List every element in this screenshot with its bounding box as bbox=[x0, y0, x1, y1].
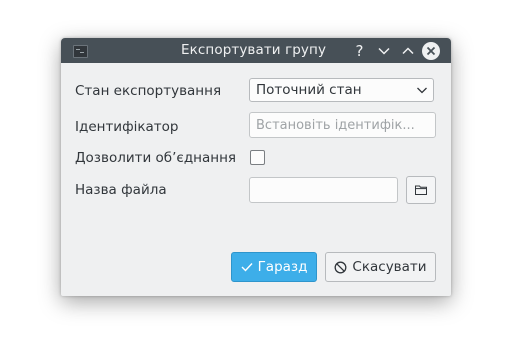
help-icon: ? bbox=[355, 41, 364, 60]
export-group-dialog: Експортувати групу ? Стан експортування … bbox=[61, 38, 451, 296]
chevron-down-icon bbox=[417, 87, 427, 94]
browse-file-button[interactable] bbox=[406, 176, 436, 204]
export-state-select[interactable]: Поточний стан bbox=[249, 78, 434, 102]
export-state-selected-value: Поточний стан bbox=[256, 82, 362, 98]
checkmark-icon bbox=[241, 263, 253, 272]
file-name-input[interactable] bbox=[249, 177, 398, 203]
cancel-button-label: Скасувати bbox=[352, 259, 427, 275]
help-button[interactable]: ? bbox=[350, 41, 369, 60]
minimize-button[interactable] bbox=[374, 41, 393, 60]
app-window-icon[interactable] bbox=[73, 45, 88, 58]
title-bar[interactable]: Експортувати групу ? bbox=[61, 38, 451, 63]
identifier-input[interactable] bbox=[249, 112, 436, 138]
window-title: Експортувати групу bbox=[181, 42, 327, 58]
file-name-label: Назва файла bbox=[75, 182, 167, 198]
allow-merge-checkbox[interactable] bbox=[250, 150, 265, 165]
cancel-button[interactable]: Скасувати bbox=[325, 252, 436, 282]
chevron-up-icon bbox=[401, 46, 414, 54]
cancel-icon bbox=[334, 261, 347, 273]
close-button[interactable] bbox=[422, 42, 440, 60]
export-state-label: Стан експортування bbox=[75, 83, 222, 99]
maximize-button[interactable] bbox=[398, 41, 417, 60]
ok-button[interactable]: Гаразд bbox=[231, 252, 317, 282]
folder-icon bbox=[415, 185, 427, 195]
allow-merge-label: Дозволити об’єднання bbox=[75, 150, 237, 166]
identifier-label: Ідентифікатор bbox=[75, 119, 179, 135]
chevron-down-icon bbox=[377, 47, 390, 55]
close-icon bbox=[426, 46, 436, 56]
ok-button-label: Гаразд bbox=[257, 259, 308, 275]
